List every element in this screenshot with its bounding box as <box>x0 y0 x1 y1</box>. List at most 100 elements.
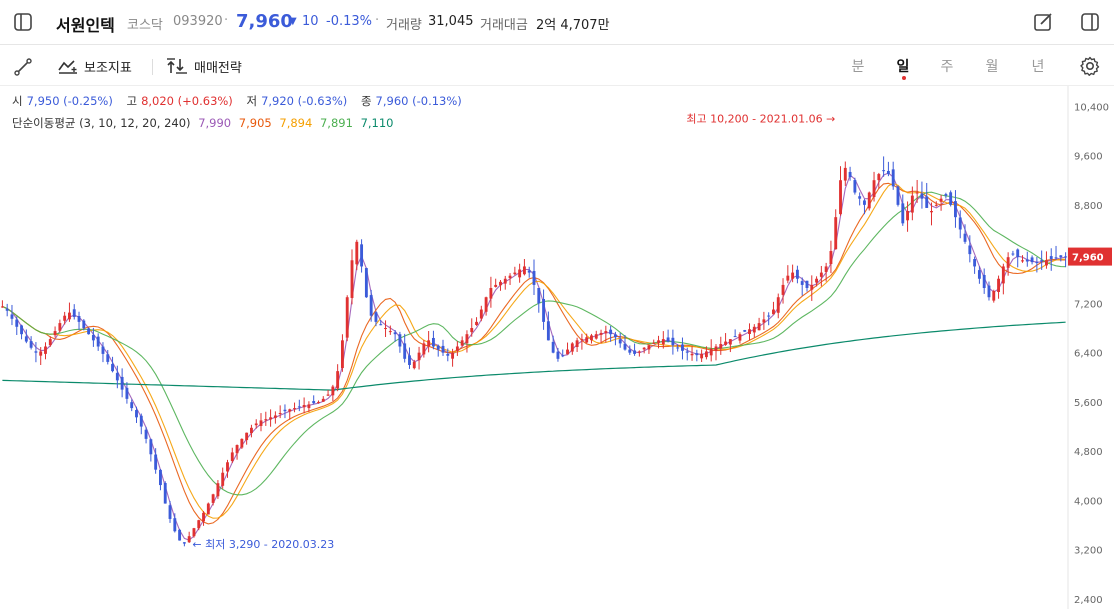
candle-body <box>642 347 646 350</box>
candle-body <box>1011 253 1015 255</box>
candle-body <box>230 452 234 462</box>
candle-body <box>963 233 967 242</box>
y-tick-label: 3,200 <box>1074 546 1103 557</box>
candle-body <box>719 344 723 349</box>
candle-body <box>254 423 258 426</box>
candle-body <box>609 329 613 335</box>
candle-body <box>173 518 177 532</box>
candle-body <box>661 339 665 345</box>
candle-body <box>987 285 991 298</box>
candle-body <box>714 346 718 351</box>
gear-icon[interactable] <box>1078 54 1102 78</box>
candle-body <box>48 339 52 346</box>
ma20-line <box>2 191 1066 496</box>
candle-body <box>106 354 110 362</box>
candle-body <box>29 341 33 348</box>
candle-body <box>475 321 478 325</box>
candle-body <box>599 332 603 335</box>
candle-body <box>326 394 330 396</box>
candle-body <box>269 417 273 420</box>
candle-body <box>96 336 100 347</box>
candle-body <box>446 353 450 356</box>
candle-body <box>772 309 775 315</box>
candle-body <box>197 520 201 529</box>
candle-body <box>906 211 909 221</box>
y-tick-label: 7,200 <box>1074 299 1103 310</box>
indicator-button[interactable]: 보조지표 <box>58 55 132 77</box>
candle-body <box>0 306 4 308</box>
period-tab-year[interactable]: 년 <box>1028 56 1048 76</box>
ma12-line <box>2 182 1066 519</box>
candle-body <box>283 409 287 412</box>
stock-name[interactable]: 서원인텍 <box>56 12 115 36</box>
volume-label: 거래량 <box>386 18 422 33</box>
draw-line-icon[interactable] <box>12 56 34 78</box>
candle-body <box>1064 256 1068 258</box>
candle-body <box>566 349 569 355</box>
candle-body <box>465 334 469 344</box>
candle-body <box>168 505 172 519</box>
y-tick-label: 8,800 <box>1074 201 1103 212</box>
candle-body <box>379 324 383 326</box>
candle-body <box>752 326 756 333</box>
candle-body <box>297 406 301 408</box>
candle-body <box>10 314 14 319</box>
candle-body <box>503 278 507 284</box>
candle-body <box>245 432 249 441</box>
candle-body <box>115 372 119 381</box>
candle-body <box>575 340 579 347</box>
active-period-dot <box>902 76 906 80</box>
candlestick-chart[interactable]: 2,4003,2004,0004,8005,6006,4007,2008,000… <box>0 86 1114 609</box>
y-tick-label: 6,400 <box>1074 349 1103 360</box>
period-tab-day[interactable]: 일 <box>893 56 913 76</box>
candle-body <box>671 337 675 346</box>
candle-body <box>954 201 957 218</box>
candle-body <box>364 268 368 298</box>
strategy-button[interactable]: 매매전략 <box>166 55 242 77</box>
candle-body <box>843 167 847 181</box>
candle-body <box>455 346 459 351</box>
candle-body <box>724 341 728 345</box>
candle-body <box>1016 249 1020 258</box>
candle-body <box>834 217 838 250</box>
candle-body <box>460 340 464 346</box>
candle-body <box>187 536 191 543</box>
candle-body <box>551 341 555 353</box>
candle-body <box>733 336 737 338</box>
candle-body <box>604 331 608 334</box>
candle-body <box>958 217 962 230</box>
candle-body <box>302 405 306 408</box>
candle-body <box>87 328 91 335</box>
edit-icon[interactable] <box>1032 11 1054 33</box>
candle-body <box>877 174 881 181</box>
candle-body <box>427 340 431 347</box>
period-tab-week[interactable]: 주 <box>937 56 957 76</box>
candle-body <box>647 345 651 350</box>
candle-body <box>91 334 95 341</box>
candle-body <box>398 334 402 347</box>
candle-body <box>422 343 426 355</box>
candle-body <box>494 284 498 287</box>
candle-body <box>949 192 953 205</box>
candle-body <box>920 193 924 199</box>
period-tab-minute[interactable]: 분 <box>848 56 868 76</box>
candle-body <box>704 351 708 358</box>
candle-body <box>819 272 823 277</box>
candle-body <box>628 349 632 353</box>
candle-body <box>786 275 790 281</box>
period-tab-month[interactable]: 월 <box>982 56 1002 76</box>
strategy-label: 매매전략 <box>194 60 242 76</box>
candle-body <box>82 320 86 329</box>
candle-body <box>738 334 742 341</box>
candle-body <box>676 347 680 349</box>
candle-body <box>360 244 364 267</box>
candle-body <box>695 353 699 356</box>
market-label: 코스닥 <box>127 18 163 33</box>
sidebar-toggle-icon[interactable] <box>12 11 34 33</box>
candle-body <box>72 309 76 317</box>
candle-body <box>417 352 421 361</box>
candle-body <box>312 401 316 404</box>
candle-body <box>805 280 809 288</box>
panel-toggle-icon[interactable] <box>1079 11 1101 33</box>
candle-body <box>944 194 948 196</box>
